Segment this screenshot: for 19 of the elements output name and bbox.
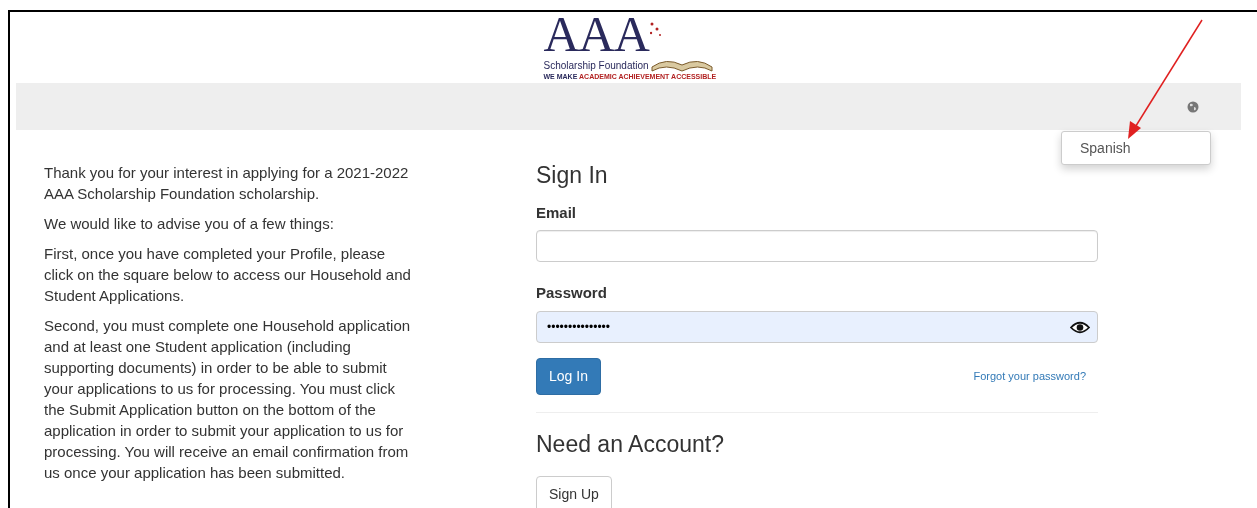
intro-paragraph: Thank you for your interest in applying for a 2021-2022 AAA Scholarship Foundation scholarship. xyxy=(44,163,410,204)
intro-paragraph: First, once you have completed your Profile, please click on the square below to access our Household and Student Applications. xyxy=(44,244,412,306)
logo-name: Scholarship Foundation xyxy=(543,60,649,72)
star-dots-icon xyxy=(649,22,662,36)
sign-in-heading: Sign In xyxy=(536,162,609,190)
forgot-password-link[interactable]: Forgot your password? xyxy=(973,367,1086,385)
email-label: Email xyxy=(536,202,577,223)
password-input[interactable]: ••••••••••••••• xyxy=(536,310,1098,343)
language-option[interactable]: Spanish xyxy=(1062,138,1210,158)
sign-up-button[interactable]: Sign Up xyxy=(536,476,612,508)
log-in-button[interactable]: Log In xyxy=(536,357,601,395)
globe-icon[interactable] xyxy=(1187,100,1199,113)
eye-icon[interactable] xyxy=(1070,320,1090,334)
intro-paragraph: Second, you must complete one Household application and at least one Student application (including supporting documents) in order to be able to submit your applications to us for processing. You must click the Submit Application button on the bottom of the application in order to submit your application to us for processing. You will receive an email confirmation from us once your application has been submitted. xyxy=(44,316,412,483)
email-input[interactable] xyxy=(536,230,1098,263)
need-account-heading: Need an Account? xyxy=(536,430,725,459)
intro-paragraph: We would like to advise you of a few things: xyxy=(44,214,335,234)
logo-letters: AAA xyxy=(543,12,649,56)
password-label: Password xyxy=(536,283,607,304)
